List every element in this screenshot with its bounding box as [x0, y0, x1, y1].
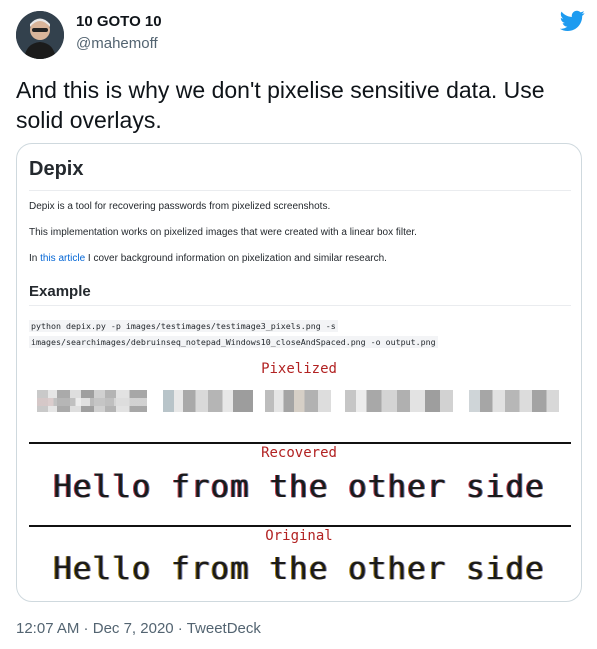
author-handle[interactable]: @mahemoff: [76, 35, 158, 52]
tweet-source[interactable]: TweetDeck: [187, 620, 261, 637]
separator-line-2: [29, 525, 571, 527]
recovered-text: Hello from the other side: [53, 469, 545, 505]
separator-line-1: [29, 442, 571, 444]
title-divider: [29, 190, 571, 191]
paragraph-3-suffix: I cover background information on pixeli…: [85, 253, 387, 264]
meta-separator: ·: [79, 620, 93, 637]
meta-separator: ·: [173, 620, 187, 637]
readme-paragraph-1: Depix is a tool for recovering passwords…: [29, 201, 331, 212]
tweet: 10 GOTO 10 @mahemoff And this is why we …: [0, 0, 597, 649]
readme-paragraph-2: This implementation works on pixelized i…: [29, 227, 417, 238]
twitter-bird-icon[interactable]: [560, 10, 585, 32]
tweet-date[interactable]: Dec 7, 2020: [93, 620, 174, 637]
avatar-image: [16, 11, 64, 59]
tweet-time[interactable]: 12:07 AM: [16, 620, 79, 637]
paragraph-3-prefix: In: [29, 253, 41, 264]
pixelized-label: Pixelized: [261, 361, 337, 377]
readme-title: Depix: [29, 158, 84, 180]
pixel-block: [265, 390, 331, 412]
code-line-1: python depix.py -p images/testimages/tes…: [29, 320, 338, 332]
pixel-block: [163, 390, 253, 412]
avatar[interactable]: [16, 11, 64, 59]
article-link[interactable]: this article: [40, 253, 85, 264]
example-command: python depix.py -p images/testimages/tes…: [29, 318, 459, 350]
media-card[interactable]: Depix Depix is a tool for recovering pas…: [16, 143, 582, 602]
tweet-metadata: 12:07 AM · Dec 7, 2020 · TweetDeck: [16, 620, 261, 637]
pixel-block: [37, 398, 147, 406]
pixel-block: [345, 390, 453, 412]
pixel-block: [469, 390, 559, 412]
example-divider: [29, 305, 571, 306]
code-line-2: images/searchimages/debruinseq_notepad_W…: [29, 336, 438, 348]
original-text: Hello from the other side: [53, 551, 545, 587]
example-heading: Example: [29, 283, 91, 300]
author-name[interactable]: 10 GOTO 10: [76, 13, 162, 30]
pixelized-text-image: [33, 380, 559, 424]
original-label: Original: [265, 528, 333, 544]
readme-paragraph-3: In this article I cover background infor…: [29, 253, 387, 264]
recovered-label: Recovered: [261, 445, 337, 461]
tweet-text: And this is why we don't pixelise sensit…: [16, 77, 545, 133]
